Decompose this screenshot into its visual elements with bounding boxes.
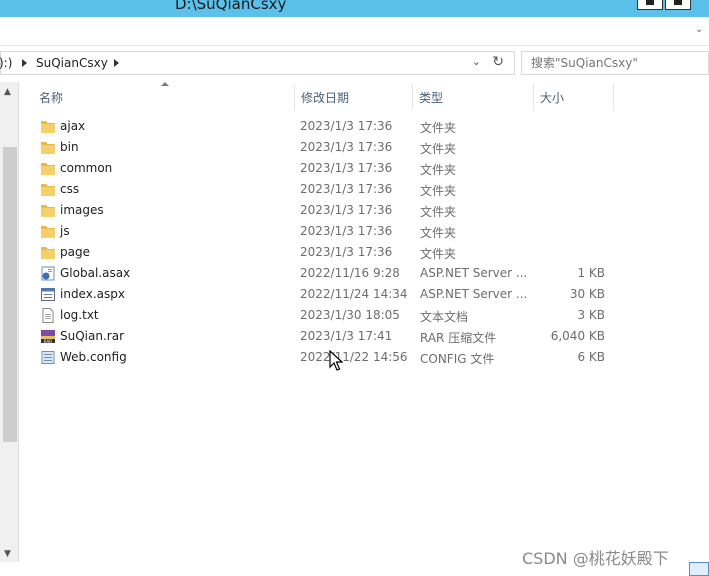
- file-name: Global.asax: [60, 266, 131, 280]
- aspx-file-icon: [41, 288, 55, 301]
- file-name: images: [60, 203, 104, 217]
- file-type: ASP.NET Server ...: [420, 266, 528, 280]
- column-header-type-label: 类型: [419, 91, 444, 105]
- watermark-text: CSDN @桃花妖殿下: [522, 549, 669, 568]
- file-row[interactable]: Global.asax 2022/11/16 9:28 ASP.NET Serv…: [21, 263, 614, 284]
- file-row[interactable]: log.txt 2023/1/30 18:05 文本文档 3 KB: [21, 305, 614, 326]
- file-type: 文件夹: [420, 226, 457, 240]
- file-size: 30 KB: [569, 287, 605, 301]
- file-row[interactable]: index.aspx 2022/11/24 14:34 ASP.NET Serv…: [21, 284, 614, 305]
- file-date: 2023/1/3 17:36: [300, 140, 393, 154]
- file-row[interactable]: page 2023/1/3 17:36 文件夹: [21, 242, 614, 263]
- folder-icon: [41, 226, 55, 238]
- breadcrumb-arrow-icon[interactable]: [22, 59, 27, 67]
- file-name: js: [60, 224, 70, 238]
- file-row[interactable]: ajax 2023/1/3 17:36 文件夹: [21, 116, 614, 137]
- folder-icon: [41, 205, 55, 217]
- details-view-icon[interactable]: [689, 562, 709, 576]
- folder-icon: [41, 163, 55, 175]
- file-date: 2023/1/3 17:36: [300, 224, 393, 238]
- asax-file-icon: [41, 266, 55, 281]
- svg-text:RAR: RAR: [44, 339, 52, 344]
- file-name: bin: [60, 140, 79, 154]
- address-bar[interactable]: ):) SuQianCsxy ⌄ ↻: [0, 51, 515, 75]
- file-type: RAR 压缩文件: [420, 331, 497, 345]
- file-name: SuQian.rar: [60, 329, 124, 343]
- ribbon-bar: ⌄: [0, 17, 709, 46]
- file-type: ASP.NET Server ...: [420, 287, 528, 301]
- file-date: 2022/11/22 14:56: [300, 350, 408, 364]
- restore-button[interactable]: [637, 0, 663, 10]
- file-type: 文件夹: [420, 142, 457, 156]
- file-type: 文件夹: [420, 205, 457, 219]
- file-row[interactable]: common 2023/1/3 17:36 文件夹: [21, 158, 614, 179]
- scroll-up-icon[interactable]: ▲: [4, 87, 11, 97]
- file-type: 文件夹: [420, 121, 457, 135]
- column-header-name[interactable]: 名称: [21, 84, 295, 110]
- config-file-icon: [41, 351, 55, 364]
- file-date: 2023/1/3 17:36: [300, 182, 393, 196]
- file-size: 6,040 KB: [550, 329, 605, 343]
- restore-icon: [646, 0, 654, 5]
- file-name: css: [60, 182, 80, 196]
- close-button[interactable]: [665, 0, 691, 10]
- address-history-dropdown-icon[interactable]: ⌄: [472, 55, 481, 68]
- file-row[interactable]: css 2023/1/3 17:36 文件夹: [21, 179, 614, 200]
- file-type: CONFIG 文件: [420, 352, 495, 366]
- file-size: 3 KB: [577, 308, 605, 322]
- file-date: 2023/1/3 17:36: [300, 203, 393, 217]
- address-folder-segment[interactable]: SuQianCsxy: [36, 56, 108, 70]
- folder-icon: [41, 247, 55, 259]
- window-titlebar[interactable]: D:\SuQianCsxy: [0, 0, 709, 17]
- file-name: log.txt: [60, 308, 99, 322]
- folder-icon: [41, 142, 55, 154]
- file-name: ajax: [60, 119, 86, 133]
- folder-icon: [41, 184, 55, 196]
- scrollbar-thumb[interactable]: [3, 147, 17, 442]
- mouse-cursor-icon: [329, 350, 343, 371]
- rar-file-icon: RAR: [41, 330, 55, 344]
- text-file-icon: [42, 308, 54, 323]
- file-list-header: 名称 修改日期 类型 大小: [21, 84, 614, 110]
- file-type: 文本文档: [420, 310, 469, 324]
- file-name: page: [60, 245, 90, 259]
- file-row[interactable]: Web.config 2022/11/22 14:56 CONFIG 文件 6 …: [21, 347, 614, 368]
- search-box[interactable]: [521, 51, 709, 75]
- navigation-pane-scrollbar[interactable]: ▲ ▼: [0, 82, 19, 562]
- column-header-type[interactable]: 类型: [413, 84, 534, 110]
- file-type: 文件夹: [420, 163, 457, 177]
- close-icon: [674, 0, 682, 5]
- address-drive-segment[interactable]: ):): [0, 56, 12, 70]
- file-row[interactable]: RAR SuQian.rar 2023/1/3 17:41 RAR 压缩文件 6…: [21, 326, 614, 347]
- file-date: 2023/1/30 18:05: [300, 308, 400, 322]
- file-name: common: [60, 161, 113, 175]
- file-date: 2023/1/3 17:36: [300, 119, 393, 133]
- refresh-icon[interactable]: ↻: [492, 54, 504, 70]
- window-title: D:\SuQianCsxy: [175, 0, 287, 13]
- column-header-size[interactable]: 大小: [534, 84, 614, 110]
- file-type: 文件夹: [420, 247, 457, 261]
- file-date: 2022/11/24 14:34: [300, 287, 408, 301]
- file-date: 2022/11/16 9:28: [300, 266, 400, 280]
- file-date: 2023/1/3 17:41: [300, 329, 393, 343]
- file-date: 2023/1/3 17:36: [300, 245, 393, 259]
- file-row[interactable]: js 2023/1/3 17:36 文件夹: [21, 221, 614, 242]
- folder-icon: [41, 121, 55, 133]
- breadcrumb-arrow-icon[interactable]: [114, 59, 119, 67]
- file-name: index.aspx: [60, 287, 125, 301]
- file-size: 1 KB: [577, 266, 605, 280]
- file-row[interactable]: bin 2023/1/3 17:36 文件夹: [21, 137, 614, 158]
- file-row[interactable]: images 2023/1/3 17:36 文件夹: [21, 200, 614, 221]
- column-header-date[interactable]: 修改日期: [295, 84, 413, 110]
- chevron-down-icon[interactable]: ⌄: [695, 25, 705, 35]
- file-type: 文件夹: [420, 184, 457, 198]
- column-header-size-label: 大小: [540, 91, 565, 105]
- file-name: Web.config: [60, 350, 127, 364]
- file-size: 6 KB: [577, 350, 605, 364]
- search-input[interactable]: [531, 55, 701, 71]
- scroll-down-icon[interactable]: ▼: [4, 549, 11, 559]
- column-header-date-label: 修改日期: [301, 91, 350, 105]
- file-date: 2023/1/3 17:36: [300, 161, 393, 175]
